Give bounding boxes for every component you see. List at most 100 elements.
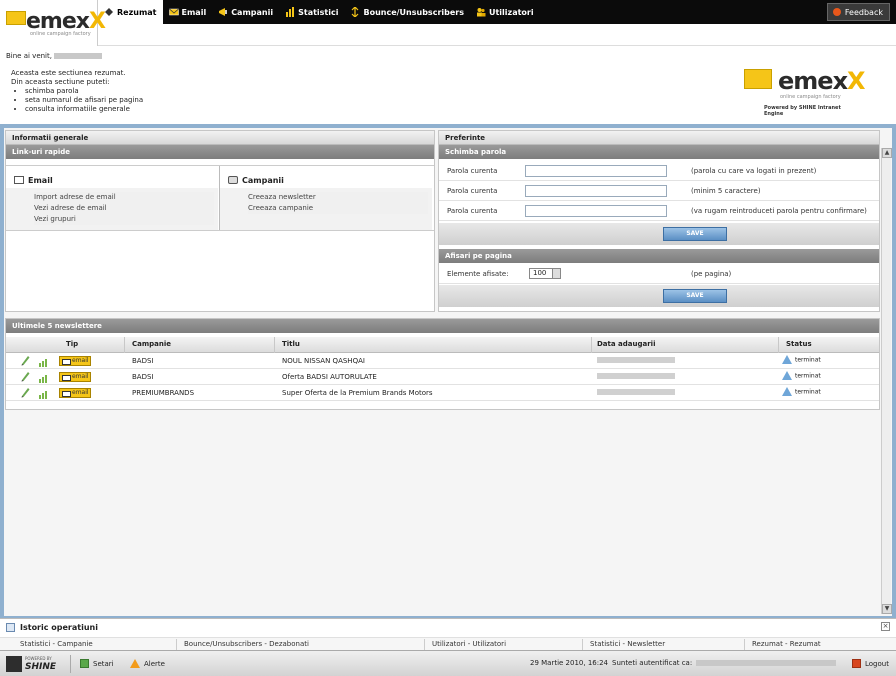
link-view-emails[interactable]: Vezi adrese de email xyxy=(34,203,214,214)
campaign-cell: PREMIUMBRANDS xyxy=(132,389,195,397)
tab-label: Bounce/Unsubscribers xyxy=(363,7,464,17)
save-password-button[interactable]: SAVE xyxy=(663,227,727,241)
tab-bounce[interactable]: Bounce/Unsubscribers xyxy=(344,0,470,24)
button-bar: SAVE xyxy=(439,285,879,307)
settings-button[interactable]: Setari xyxy=(80,659,114,668)
operations-history: Istoric operatiuni × Statistici - Campan… xyxy=(0,618,896,651)
summary-icon xyxy=(105,8,113,16)
field-hint: (parola cu care va logati in prezent) xyxy=(691,167,817,175)
users-icon xyxy=(476,8,486,17)
app-logo[interactable]: emexX online campaign factory xyxy=(0,0,106,46)
tab-rezumat[interactable]: Rezumat xyxy=(98,0,163,24)
alerts-button[interactable]: Alerte xyxy=(130,659,165,668)
field-hint: (pe pagina) xyxy=(691,270,732,278)
edit-icon[interactable] xyxy=(20,370,30,382)
link-create-campaign[interactable]: Creeaza campanie xyxy=(248,203,428,214)
scrollbar[interactable]: ▲ ▼ xyxy=(881,148,892,614)
envelope-logo-icon xyxy=(6,11,26,25)
brand-logo: emexX online campaign factory Powered by… xyxy=(740,63,866,117)
edit-icon[interactable] xyxy=(20,386,30,398)
change-password-header: Schimba parola xyxy=(439,145,879,159)
quick-links-list: Import adrese de email Vezi adrese de em… xyxy=(34,192,214,225)
field-hint: (minim 5 caractere) xyxy=(691,187,761,195)
column-header: Campanie xyxy=(132,340,172,348)
list-item: seta numarul de afisari pe pagina xyxy=(25,96,143,105)
logout-button[interactable]: Logout xyxy=(852,659,889,668)
link-import-emails[interactable]: Import adrese de email xyxy=(34,192,214,203)
statistics-icon[interactable] xyxy=(39,357,49,367)
column-header: Titlu xyxy=(282,340,300,348)
shine-logo-icon xyxy=(6,656,22,672)
column-header: Tip xyxy=(66,340,79,348)
envelope-logo-icon xyxy=(744,69,772,89)
feedback-button[interactable]: Feedback xyxy=(826,3,890,21)
history-item[interactable]: Bounce/Unsubscribers - Dezabonati xyxy=(184,640,309,648)
feedback-icon xyxy=(832,8,841,16)
confirm-password-input[interactable] xyxy=(525,205,667,217)
tab-statistici[interactable]: Statistici xyxy=(279,0,344,24)
latest-newsletters-panel: Ultimele 5 newslettere Tip Campanie Titl… xyxy=(5,318,880,410)
panel-title: Preferinte xyxy=(439,131,879,145)
brand-name: emexX xyxy=(778,67,866,95)
title-cell[interactable]: Super Oferta de la Premium Brands Motors xyxy=(282,389,433,397)
tab-label: Statistici xyxy=(298,7,339,17)
history-title: Istoric operatiuni xyxy=(20,623,98,632)
chevron-down-icon xyxy=(552,269,560,278)
history-item[interactable]: Utilizatori - Utilizatori xyxy=(432,640,506,648)
scroll-down-icon[interactable]: ▼ xyxy=(882,604,892,614)
column-header: Status xyxy=(786,340,812,348)
user-redacted xyxy=(696,660,837,666)
title-cell[interactable]: NOUL NISSAN QASHQAI xyxy=(282,357,365,365)
quick-links-title: Campanii xyxy=(242,176,284,185)
history-items: Statistici - Campanie Bounce/Unsubscribe… xyxy=(0,637,896,651)
main-frame: Informatii generale Link-uri rapide Emai… xyxy=(0,124,896,618)
close-icon[interactable]: × xyxy=(881,622,890,631)
general-info-panel: Informatii generale Link-uri rapide Emai… xyxy=(5,130,435,312)
scroll-up-icon[interactable]: ▲ xyxy=(882,148,892,158)
main-menu: Rezumat Email Campanii Statistici Bounce… xyxy=(98,0,540,24)
history-item[interactable]: Rezumat - Rezumat xyxy=(752,640,821,648)
bounce-icon xyxy=(352,7,359,17)
content-area: Informatii generale Link-uri rapide Emai… xyxy=(4,128,892,616)
table-row[interactable]: email PREMIUMBRANDS Super Oferta de la P… xyxy=(6,385,879,401)
quick-links-title: Email xyxy=(28,176,53,185)
new-password-input[interactable] xyxy=(525,185,667,197)
tab-email[interactable]: Email xyxy=(163,0,213,24)
date-cell-redacted xyxy=(597,389,675,397)
logout-label: Logout xyxy=(865,659,889,668)
envelope-icon xyxy=(168,8,179,16)
auth-info: Sunteti autentificat ca: xyxy=(612,659,837,667)
sub-navigation-bar xyxy=(98,24,896,46)
table-header-row: Tip Campanie Titlu Data adaugarii Status xyxy=(6,337,879,353)
current-password-input[interactable] xyxy=(525,165,667,177)
elements-per-page-select[interactable]: 100 xyxy=(529,268,561,279)
per-page-header: Afisari pe pagina xyxy=(439,249,879,263)
list-item: schimba parola xyxy=(25,87,143,96)
tab-utilizatori[interactable]: Utilizatori xyxy=(470,0,540,24)
settings-label: Setari xyxy=(93,659,114,668)
quick-links-header: Link-uri rapide xyxy=(6,145,434,159)
statistics-icon[interactable] xyxy=(39,389,49,399)
save-per-page-button[interactable]: SAVE xyxy=(663,289,727,303)
summary-can-do: Din aceasta sectiune puteti: xyxy=(11,78,110,86)
history-item[interactable]: Statistici - Campanie xyxy=(20,640,93,648)
status-badge: terminat xyxy=(782,387,821,396)
statistics-icon[interactable] xyxy=(39,373,49,383)
shine-logo: POWERED BY SHINE xyxy=(6,656,56,672)
field-label: Parola curenta xyxy=(447,207,498,215)
table-row[interactable]: email BADSI NOUL NISSAN QASHQAI terminat xyxy=(6,353,879,369)
campaign-icon xyxy=(219,8,228,16)
edit-icon[interactable] xyxy=(20,354,30,366)
select-value: 100 xyxy=(533,269,547,277)
alert-icon xyxy=(130,659,140,668)
table-row[interactable]: email BADSI Oferta BADSI AUTORULATE term… xyxy=(6,369,879,385)
date-cell-redacted xyxy=(597,373,675,381)
history-item[interactable]: Statistici - Newsletter xyxy=(590,640,665,648)
link-create-newsletter[interactable]: Creeaza newsletter xyxy=(248,192,428,203)
title-cell[interactable]: Oferta BADSI AUTORULATE xyxy=(282,373,377,381)
form-row: Parola curenta (parola cu care va logati… xyxy=(439,161,879,181)
tab-campanii[interactable]: Campanii xyxy=(212,0,279,24)
field-hint: (va rugam reintroduceti parola pentru co… xyxy=(691,207,867,215)
link-view-groups[interactable]: Vezi grupuri xyxy=(34,214,214,225)
alerts-label: Alerte xyxy=(144,659,165,668)
